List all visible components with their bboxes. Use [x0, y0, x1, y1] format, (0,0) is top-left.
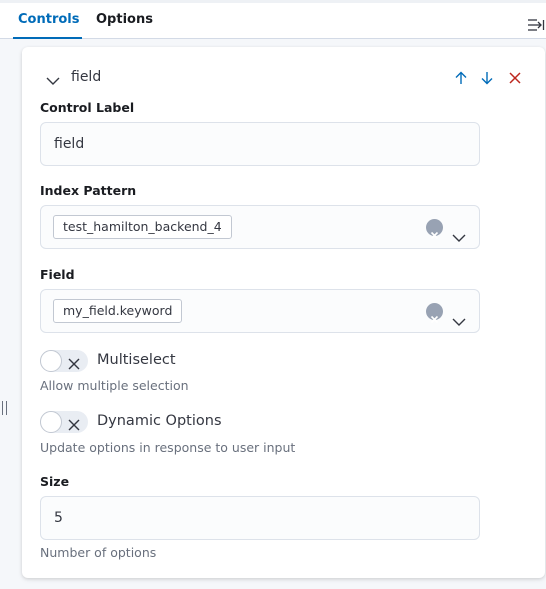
chevron-down-icon[interactable]	[46, 71, 60, 85]
clear-icon[interactable]	[426, 303, 443, 324]
selected-tab-indicator	[13, 37, 82, 39]
resize-handle-icon[interactable]	[2, 401, 8, 415]
chevron-down-icon[interactable]	[451, 220, 467, 242]
arrow-down-icon[interactable]	[480, 70, 494, 85]
arrow-up-icon[interactable]	[454, 70, 468, 84]
selected-index-pattern-pill: test_hamilton_backend_4	[53, 215, 232, 239]
switch-knob	[40, 350, 62, 372]
control-label-title: Control Label	[40, 100, 135, 115]
index-pattern-combobox[interactable]: test_hamilton_backend_4	[40, 205, 480, 249]
dynamic-options-label[interactable]: Dynamic Options	[97, 413, 222, 429]
field-title: Field	[40, 267, 75, 282]
tab-options[interactable]: Options	[96, 12, 153, 27]
remove-control-icon[interactable]	[508, 70, 522, 84]
tab-controls[interactable]: Controls	[18, 12, 79, 27]
index-pattern-title: Index Pattern	[40, 183, 137, 198]
cross-icon	[68, 416, 80, 431]
switch-knob	[40, 411, 62, 433]
control-editor-panel: field Control Label field Index Pattern …	[22, 47, 545, 578]
field-combobox[interactable]: my_field.keyword	[40, 289, 480, 333]
size-input[interactable]: 5	[40, 496, 480, 540]
collapse-sidebar-icon[interactable]	[527, 17, 545, 31]
chevron-down-icon[interactable]	[451, 304, 467, 326]
multiselect-switch[interactable]	[40, 350, 88, 372]
dynamic-options-switch[interactable]	[40, 411, 88, 433]
size-title: Size	[40, 474, 70, 489]
control-label-input[interactable]: field	[40, 122, 480, 166]
tabs-bar: Controls Options	[0, 3, 546, 39]
selected-field-pill: my_field.keyword	[53, 299, 183, 323]
multiselect-help: Allow multiple selection	[40, 378, 189, 393]
clear-icon[interactable]	[426, 219, 443, 240]
dynamic-options-help: Update options in response to user input	[40, 440, 296, 455]
cross-icon	[68, 355, 80, 370]
size-help: Number of options	[40, 545, 157, 560]
multiselect-label[interactable]: Multiselect	[97, 352, 176, 368]
control-title: field	[71, 69, 102, 85]
